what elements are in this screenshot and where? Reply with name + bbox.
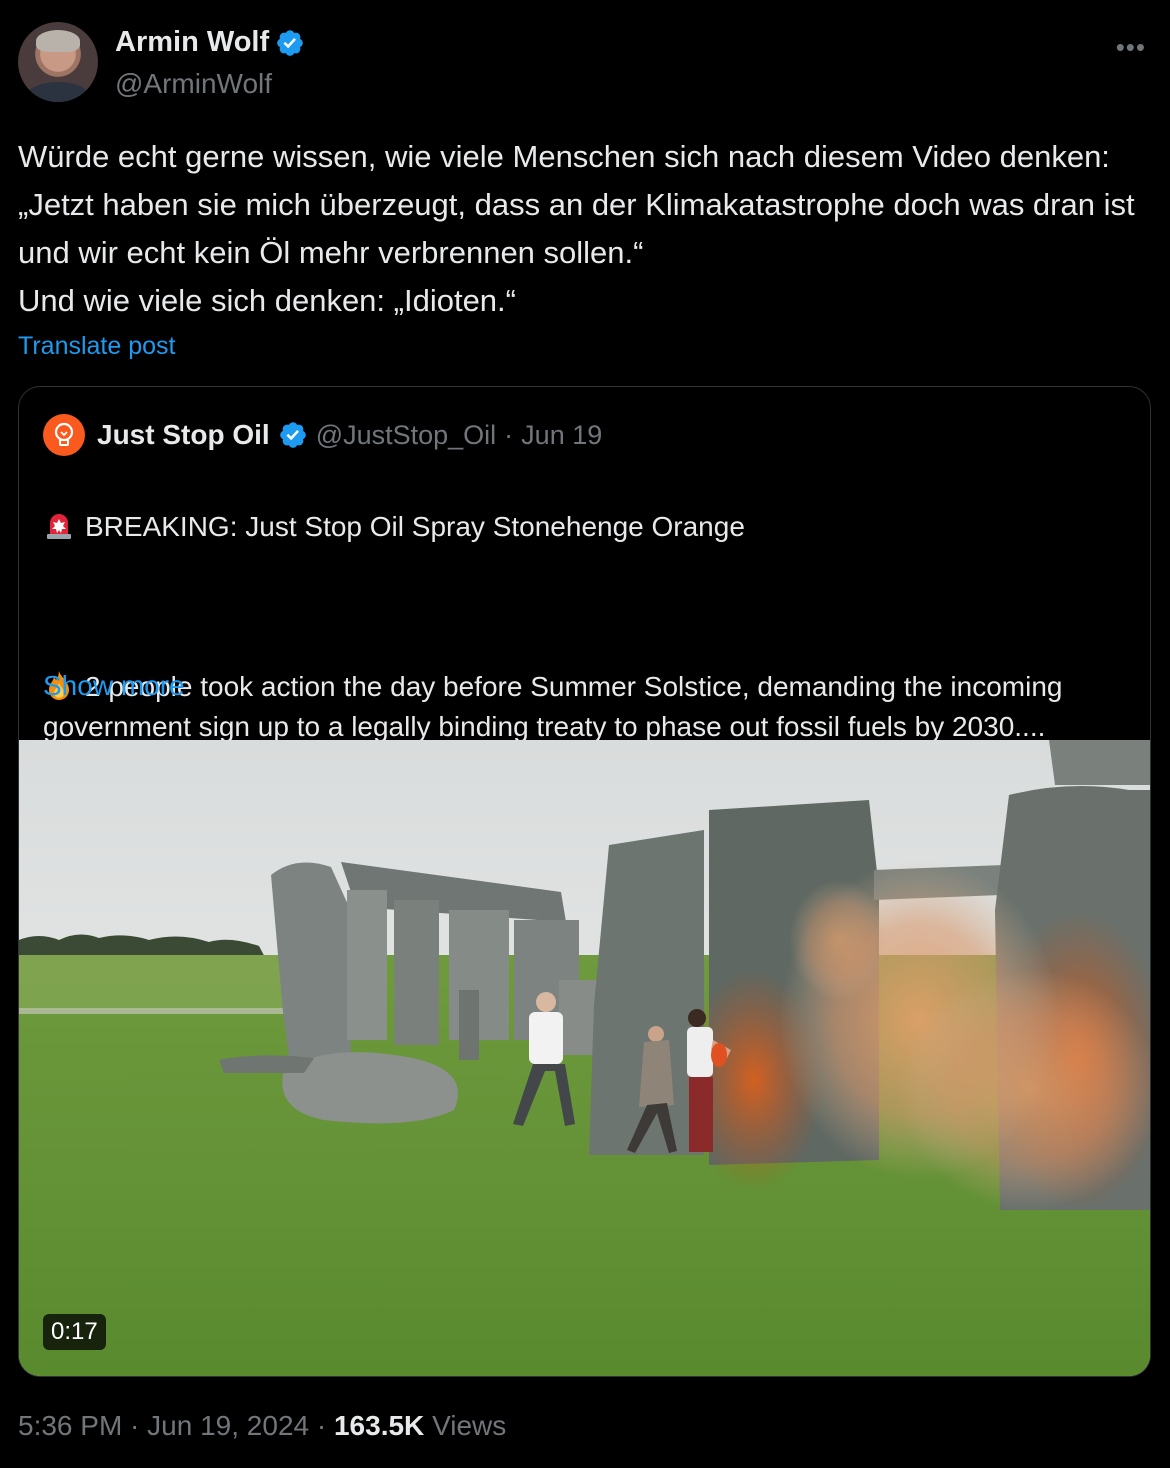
views-count[interactable]: 163.5K [334,1410,424,1441]
verified-badge-icon[interactable] [275,28,305,58]
quoted-post-line-2: 2 people took action the day before Summ… [43,667,1123,747]
quoted-post[interactable]: Just Stop Oil @JustStop_Oil · Jun 19 BRE… [18,386,1151,1377]
post-header: Armin Wolf @ArminWolf ••• [18,22,1152,102]
translate-post-link[interactable]: Translate post [18,332,175,361]
stonehenge-video-frame [19,740,1150,1376]
author-avatar[interactable] [18,22,98,102]
author-name-row: Armin Wolf [115,26,305,59]
video-thumbnail[interactable]: 0:17 [19,740,1150,1376]
meta-separator: · [122,1410,148,1441]
siren-emoji-icon [47,514,71,539]
quoted-author-handle[interactable]: @JustStop_Oil [316,420,496,451]
author-handle[interactable]: @ArminWolf [115,68,272,100]
post-date[interactable]: Jun 19, 2024 [147,1410,309,1441]
quoted-author-name[interactable]: Just Stop Oil [97,419,270,451]
show-more-link[interactable]: Show more [43,670,185,702]
quoted-post-line1-text: BREAKING: Just Stop Oil Spray Stonehenge… [85,511,745,542]
video-duration-badge: 0:17 [43,1314,106,1350]
separator-dot: · [504,419,514,450]
author-name[interactable]: Armin Wolf [115,26,269,59]
quoted-post-line-1: BREAKING: Just Stop Oil Spray Stonehenge… [43,507,1123,547]
post-meta: 5:36 PM · Jun 19, 2024 · 163.5K Views [18,1410,506,1442]
post-text: Würde echt gerne wissen, wie viele Mensc… [18,139,1135,318]
verified-badge-icon[interactable] [278,420,308,450]
quoted-post-line2-text: 2 people took action the day before Summ… [43,671,1063,742]
lightbulb-logo-icon [54,422,74,446]
quoted-post-date[interactable]: Jun 19 [521,420,602,451]
post-time[interactable]: 5:36 PM [18,1410,122,1441]
meta-separator: · [309,1410,334,1441]
views-label: Views [432,1410,507,1441]
quoted-post-header: Just Stop Oil @JustStop_Oil · Jun 19 [43,414,602,456]
more-horizontal-icon[interactable]: ••• [1116,32,1146,63]
quoted-author-avatar[interactable] [43,414,85,456]
quoted-post-text: BREAKING: Just Stop Oil Spray Stonehenge… [43,467,1123,787]
